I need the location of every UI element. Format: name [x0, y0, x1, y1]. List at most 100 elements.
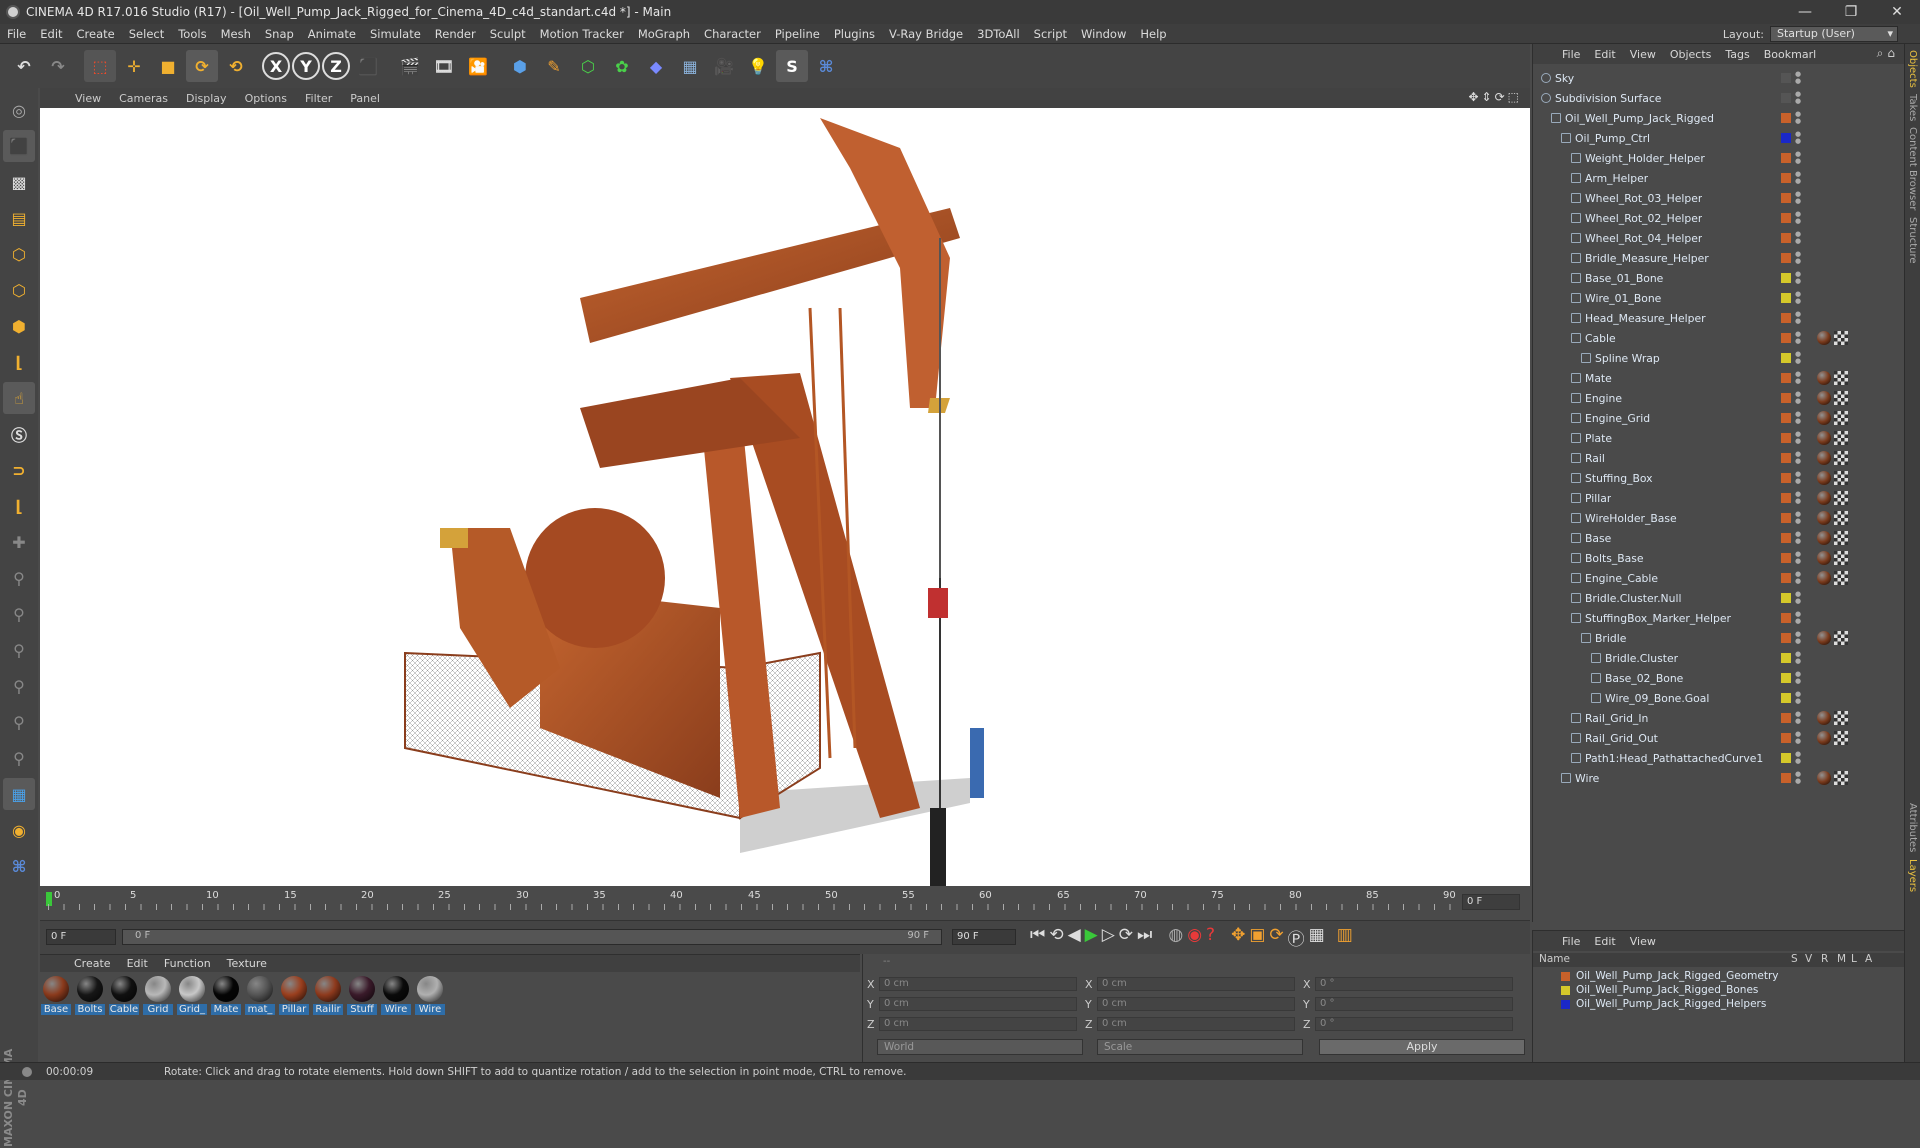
object-row[interactable]: Wheel_Rot_02_Helper ● ● [1533, 208, 1905, 228]
points-mode-icon[interactable]: ⬡ [3, 238, 35, 270]
menu-mesh[interactable]: Mesh [214, 27, 258, 41]
object-tags[interactable] [1817, 531, 1848, 545]
material-menu-function[interactable]: Function [156, 957, 219, 970]
objects-menu-view[interactable]: View [1623, 48, 1663, 61]
y-axis-lock-button[interactable]: Y [292, 52, 320, 80]
object-tags[interactable] [1817, 511, 1848, 525]
autokey-icon[interactable]: ? [1206, 925, 1215, 950]
material-tag-icon[interactable] [1817, 471, 1831, 485]
uvw-tag-icon[interactable] [1834, 511, 1848, 525]
layer-color-swatch[interactable] [1781, 553, 1791, 563]
live-selection-icon[interactable]: ⬚ [84, 50, 116, 82]
object-tags[interactable] [1817, 471, 1848, 485]
visibility-dots-icon[interactable]: ● ● [1795, 111, 1801, 125]
rotate-icon[interactable]: ⟳ [186, 50, 218, 82]
visibility-dots-icon[interactable]: ● ● [1795, 371, 1801, 385]
rotation-h-field[interactable]: 0 ° [1315, 977, 1513, 991]
material-tag-icon[interactable] [1817, 411, 1831, 425]
layer-color-swatch[interactable] [1781, 693, 1791, 703]
visibility-dots-icon[interactable]: ● ● [1795, 511, 1801, 525]
menu-vray-bridge[interactable]: V-Ray Bridge [882, 27, 970, 41]
tab-content-browser[interactable]: Content Browser [1907, 127, 1918, 210]
material-tag-icon[interactable] [1817, 511, 1831, 525]
object-tags[interactable] [1817, 731, 1848, 745]
layer-color-swatch[interactable] [1561, 971, 1570, 981]
menu-character[interactable]: Character [697, 27, 768, 41]
menu-create[interactable]: Create [70, 27, 122, 41]
layer-color-swatch[interactable] [1781, 353, 1791, 363]
previous-frame-icon[interactable]: ◀ [1068, 925, 1081, 950]
uvw-tag-icon[interactable] [1834, 771, 1848, 785]
key-parameter-icon[interactable]: Ⓟ [1288, 925, 1305, 950]
mirror-tool-icon[interactable]: ⚲ [3, 742, 35, 774]
uvw-tag-icon[interactable] [1834, 411, 1848, 425]
menu-motion-tracker[interactable]: Motion Tracker [533, 27, 631, 41]
layer-color-swatch[interactable] [1781, 613, 1791, 623]
object-tags[interactable] [1817, 451, 1848, 465]
visibility-dots-icon[interactable]: ● ● [1795, 151, 1801, 165]
recent-tools-icon[interactable]: ⟲ [220, 50, 252, 82]
object-row[interactable]: Wheel_Rot_03_Helper ● ● [1533, 188, 1905, 208]
object-row[interactable]: Sky ● ● [1533, 68, 1905, 88]
visibility-dots-icon[interactable]: ● ● [1795, 391, 1801, 405]
tab-objects[interactable]: Objects [1907, 50, 1918, 88]
coordinate-space-dropdown[interactable]: World [877, 1039, 1083, 1055]
key-position-icon[interactable]: ✥ [1231, 925, 1245, 950]
scale-mode-dropdown[interactable]: Scale [1097, 1039, 1303, 1055]
object-row[interactable]: Bridle ● ● [1533, 628, 1905, 648]
coordinate-system-icon[interactable]: ⬛ [352, 50, 384, 82]
redo-icon[interactable]: ↷ [42, 50, 74, 82]
visibility-dots-icon[interactable]: ● ● [1795, 211, 1801, 225]
tab-structure[interactable]: Structure [1907, 217, 1918, 264]
visibility-dots-icon[interactable]: ● ● [1795, 671, 1801, 685]
layer-color-swatch[interactable] [1781, 653, 1791, 663]
layer-color-swatch[interactable] [1781, 413, 1791, 423]
layer-color-swatch[interactable] [1781, 633, 1791, 643]
floor-environment-icon[interactable]: ▦ [674, 50, 706, 82]
search-icon[interactable]: ⌕⌂ [1877, 46, 1899, 61]
object-row[interactable]: Plate ● ● [1533, 428, 1905, 448]
object-tags[interactable] [1817, 551, 1848, 565]
material-swatch[interactable]: Railir [313, 976, 343, 1066]
go-to-end-icon[interactable]: ⏭ [1137, 925, 1152, 950]
object-row[interactable]: Rail_Grid_Out ● ● [1533, 728, 1905, 748]
timeline-ruler[interactable]: 0 5 10 15 20 25 30 35 40 45 50 55 60 65 … [40, 886, 1530, 920]
object-tags[interactable] [1817, 571, 1848, 585]
visibility-dots-icon[interactable]: ● ● [1795, 311, 1801, 325]
layer-color-swatch[interactable] [1781, 493, 1791, 503]
material-swatch[interactable]: Wire [415, 976, 445, 1066]
visibility-dots-icon[interactable]: ● ● [1795, 471, 1801, 485]
layer-color-swatch[interactable] [1781, 373, 1791, 383]
visibility-dots-icon[interactable]: ● ● [1795, 751, 1801, 765]
python-script-icon[interactable]: ⌘ [810, 50, 842, 82]
snap-icon[interactable]: Ⓢ [3, 418, 35, 450]
magnet-icon[interactable]: ⊃ [3, 454, 35, 486]
object-tags[interactable] [1817, 771, 1848, 785]
workplane-mode-icon[interactable]: ▤ [3, 202, 35, 234]
z-axis-lock-button[interactable]: Z [322, 52, 350, 80]
visibility-dots-icon[interactable]: ● ● [1795, 431, 1801, 445]
viewport-menu-display[interactable]: Display [177, 92, 236, 105]
visibility-dots-icon[interactable]: ● ● [1795, 551, 1801, 565]
polygons-mode-icon[interactable]: ⬢ [3, 310, 35, 342]
size-z-field[interactable]: 0 cm [1097, 1017, 1295, 1031]
make-editable-icon[interactable]: ◎ [3, 94, 35, 126]
material-tag-icon[interactable] [1817, 631, 1831, 645]
object-row[interactable]: Oil_Well_Pump_Jack_Rigged ● ● [1533, 108, 1905, 128]
position-z-field[interactable]: 0 cm [879, 1017, 1077, 1031]
menu-animate[interactable]: Animate [301, 27, 363, 41]
layer-color-swatch[interactable] [1781, 513, 1791, 523]
object-row[interactable]: Arm_Helper ● ● [1533, 168, 1905, 188]
grid-display-icon[interactable]: ▦ [3, 778, 35, 810]
visibility-dots-icon[interactable]: ● ● [1795, 171, 1801, 185]
joint-tool-icon[interactable]: ✚ [3, 526, 35, 558]
viewport-menu-options[interactable]: Options [236, 92, 296, 105]
layer-color-swatch[interactable] [1781, 213, 1791, 223]
visibility-dots-icon[interactable]: ● ● [1795, 611, 1801, 625]
layer-color-swatch[interactable] [1781, 733, 1791, 743]
render-view-icon[interactable]: 🎬 [394, 50, 426, 82]
material-tag-icon[interactable] [1817, 331, 1831, 345]
visibility-dots-icon[interactable]: ● ● [1795, 531, 1801, 545]
material-tag-icon[interactable] [1817, 451, 1831, 465]
uvw-tag-icon[interactable] [1834, 391, 1848, 405]
